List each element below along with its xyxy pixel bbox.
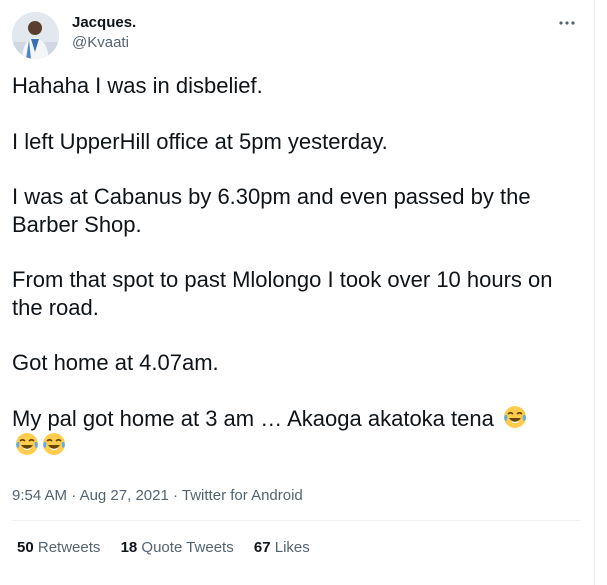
likes-stat[interactable]: 67 Likes — [254, 538, 310, 558]
tweet-paragraph-last: My pal got home at 3 am … Akaoga akatoka… — [12, 405, 567, 460]
retweets-label: Retweets — [37, 539, 101, 556]
more-horizontal-icon — [559, 21, 575, 25]
tweet-paragraph: From that spot to past Mlolongo I took o… — [12, 267, 553, 320]
likes-label: Likes — [274, 539, 310, 556]
tweet-card: Jacques. @Kvaati Hahaha I was in disbeli… — [0, 0, 595, 585]
quote-tweets-label: Quote Tweets — [141, 539, 234, 556]
divider — [12, 520, 581, 521]
avatar-photo-icon — [12, 12, 59, 59]
quote-tweets-stat[interactable]: 18 Quote Tweets — [121, 538, 234, 558]
tweet-stats: 50 Retweets 18 Quote Tweets 67 Likes — [17, 538, 326, 558]
tweet-date[interactable]: Aug 27, 2021 — [80, 487, 169, 504]
author-handle[interactable]: @Kvaati — [72, 33, 136, 53]
tears-of-joy-emoji-icon — [16, 433, 38, 455]
tweet-source[interactable]: Twitter for Android — [182, 487, 303, 504]
quote-tweets-count: 18 — [120, 539, 138, 556]
tweet-paragraph: I was at Cabanus by 6.30pm and even pass… — [12, 184, 531, 237]
retweets-stat[interactable]: 50 Retweets — [17, 538, 100, 558]
meta-separator: · — [172, 487, 178, 504]
tweet-paragraph: Got home at 4.07am. — [12, 350, 219, 375]
tweet-time[interactable]: 9:54 AM — [12, 487, 67, 504]
avatar[interactable] — [12, 12, 59, 59]
tweet-paragraph: I left UpperHill office at 5pm yesterday… — [12, 128, 388, 154]
author-display-name[interactable]: Jacques. — [72, 13, 136, 33]
meta-separator: · — [71, 487, 77, 504]
author-names: Jacques. @Kvaati — [72, 13, 136, 53]
more-options-button[interactable] — [552, 14, 582, 38]
tweet-meta: 9:54 AM · Aug 27, 2021 · Twitter for And… — [12, 486, 303, 506]
tweet-paragraph: Hahaha I was in disbelief. — [12, 73, 263, 98]
tweet-paragraph-text: My pal got home at 3 am … Akaoga akatoka… — [12, 405, 494, 431]
tweet-text: Hahaha I was in disbelief. I left UpperH… — [12, 72, 567, 460]
tears-of-joy-emoji-icon — [43, 433, 65, 455]
likes-count: 67 — [253, 539, 271, 556]
retweets-count: 50 — [17, 539, 34, 556]
tweet-header: Jacques. @Kvaati — [12, 12, 582, 60]
tears-of-joy-emoji-icon — [503, 405, 526, 428]
